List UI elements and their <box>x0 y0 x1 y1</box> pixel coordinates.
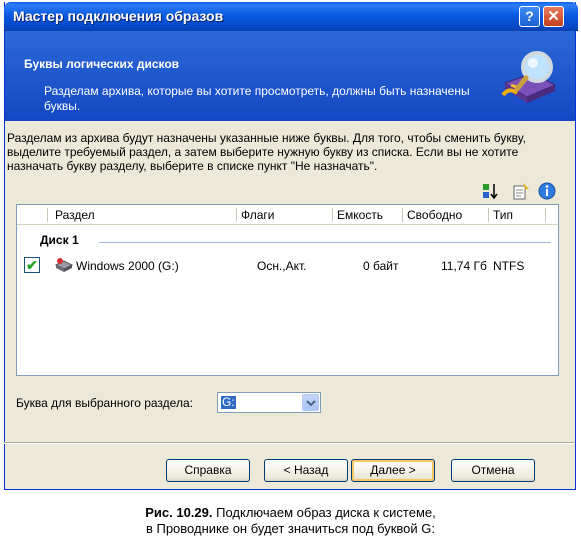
partition-disk-icon <box>54 258 74 272</box>
list-toolbar <box>478 182 558 202</box>
sort-icon[interactable] <box>482 182 500 200</box>
column-header-type[interactable]: Тип <box>493 208 513 222</box>
cancel-button[interactable]: Отмена <box>451 459 535 482</box>
list-header: Раздел Флаги Емкость Свободно Тип <box>17 205 558 225</box>
column-header-free[interactable]: Свободно <box>407 208 462 222</box>
caption-text-2: в Проводнике он будет значиться под букв… <box>145 521 436 536</box>
info-icon[interactable] <box>538 182 556 200</box>
group-divider <box>99 242 551 243</box>
column-header-capacity[interactable]: Емкость <box>337 208 383 222</box>
column-separator <box>236 208 237 222</box>
partition-free: 11,74 Гб <box>441 259 487 273</box>
column-header-flags[interactable]: Флаги <box>241 208 274 222</box>
properties-icon[interactable] <box>512 182 530 200</box>
column-header-partition[interactable]: Раздел <box>55 208 95 222</box>
help-title-button[interactable]: ? <box>519 6 540 27</box>
column-separator <box>488 208 489 222</box>
group-label-disk: Диск 1 <box>40 233 79 247</box>
letter-select-label: Буква для выбранного раздела: <box>16 396 193 410</box>
chevron-down-icon[interactable] <box>302 394 319 411</box>
column-separator <box>402 208 403 222</box>
caption-figure-number: Рис. 10.29. <box>145 505 213 520</box>
drive-letter-dropdown[interactable]: G: <box>217 392 321 413</box>
back-button[interactable]: < Назад <box>264 459 348 482</box>
column-separator <box>47 208 48 222</box>
drive-letter-value: G: <box>221 395 236 409</box>
header-title: Буквы логических дисков <box>24 57 180 71</box>
partition-capacity: 0 байт <box>363 259 399 273</box>
wizard-header: Буквы логических дисков Разделам архива,… <box>5 31 575 121</box>
caption-line-1: Рис. 10.29. Подключаем образ диска к сис… <box>0 505 581 521</box>
column-separator <box>545 208 546 222</box>
window-title: Мастер подключения образов <box>13 8 224 24</box>
partition-name: Windows 2000 (G:) <box>76 259 179 273</box>
column-separator <box>332 208 333 222</box>
partition-flags: Осн.,Акт. <box>257 259 307 273</box>
title-bar[interactable]: Мастер подключения образов ? ✕ <box>4 2 578 31</box>
next-button[interactable]: Далее > <box>351 459 435 482</box>
partition-list[interactable]: Раздел Флаги Емкость Свободно Тип Диск 1… <box>16 204 559 376</box>
instructions-text: Разделам из архива будут назначены указа… <box>7 131 526 173</box>
partition-checkbox[interactable]: ✔ <box>24 257 40 273</box>
wizard-disk-magnifier-icon <box>501 51 557 103</box>
figure-caption: Рис. 10.29. Подключаем образ диска к сис… <box>0 505 581 537</box>
caption-text-1: Подключаем образ диска к системе, <box>216 505 436 520</box>
button-separator <box>4 442 574 444</box>
table-row[interactable]: ✔ Windows 2000 (G:) Осн.,Акт. 0 байт 11,… <box>19 257 556 275</box>
help-button[interactable]: Справка <box>166 459 250 482</box>
header-description: Разделам архива, которые вы хотите просм… <box>44 84 470 113</box>
partition-type: NTFS <box>493 259 525 273</box>
close-button[interactable]: ✕ <box>543 6 564 27</box>
